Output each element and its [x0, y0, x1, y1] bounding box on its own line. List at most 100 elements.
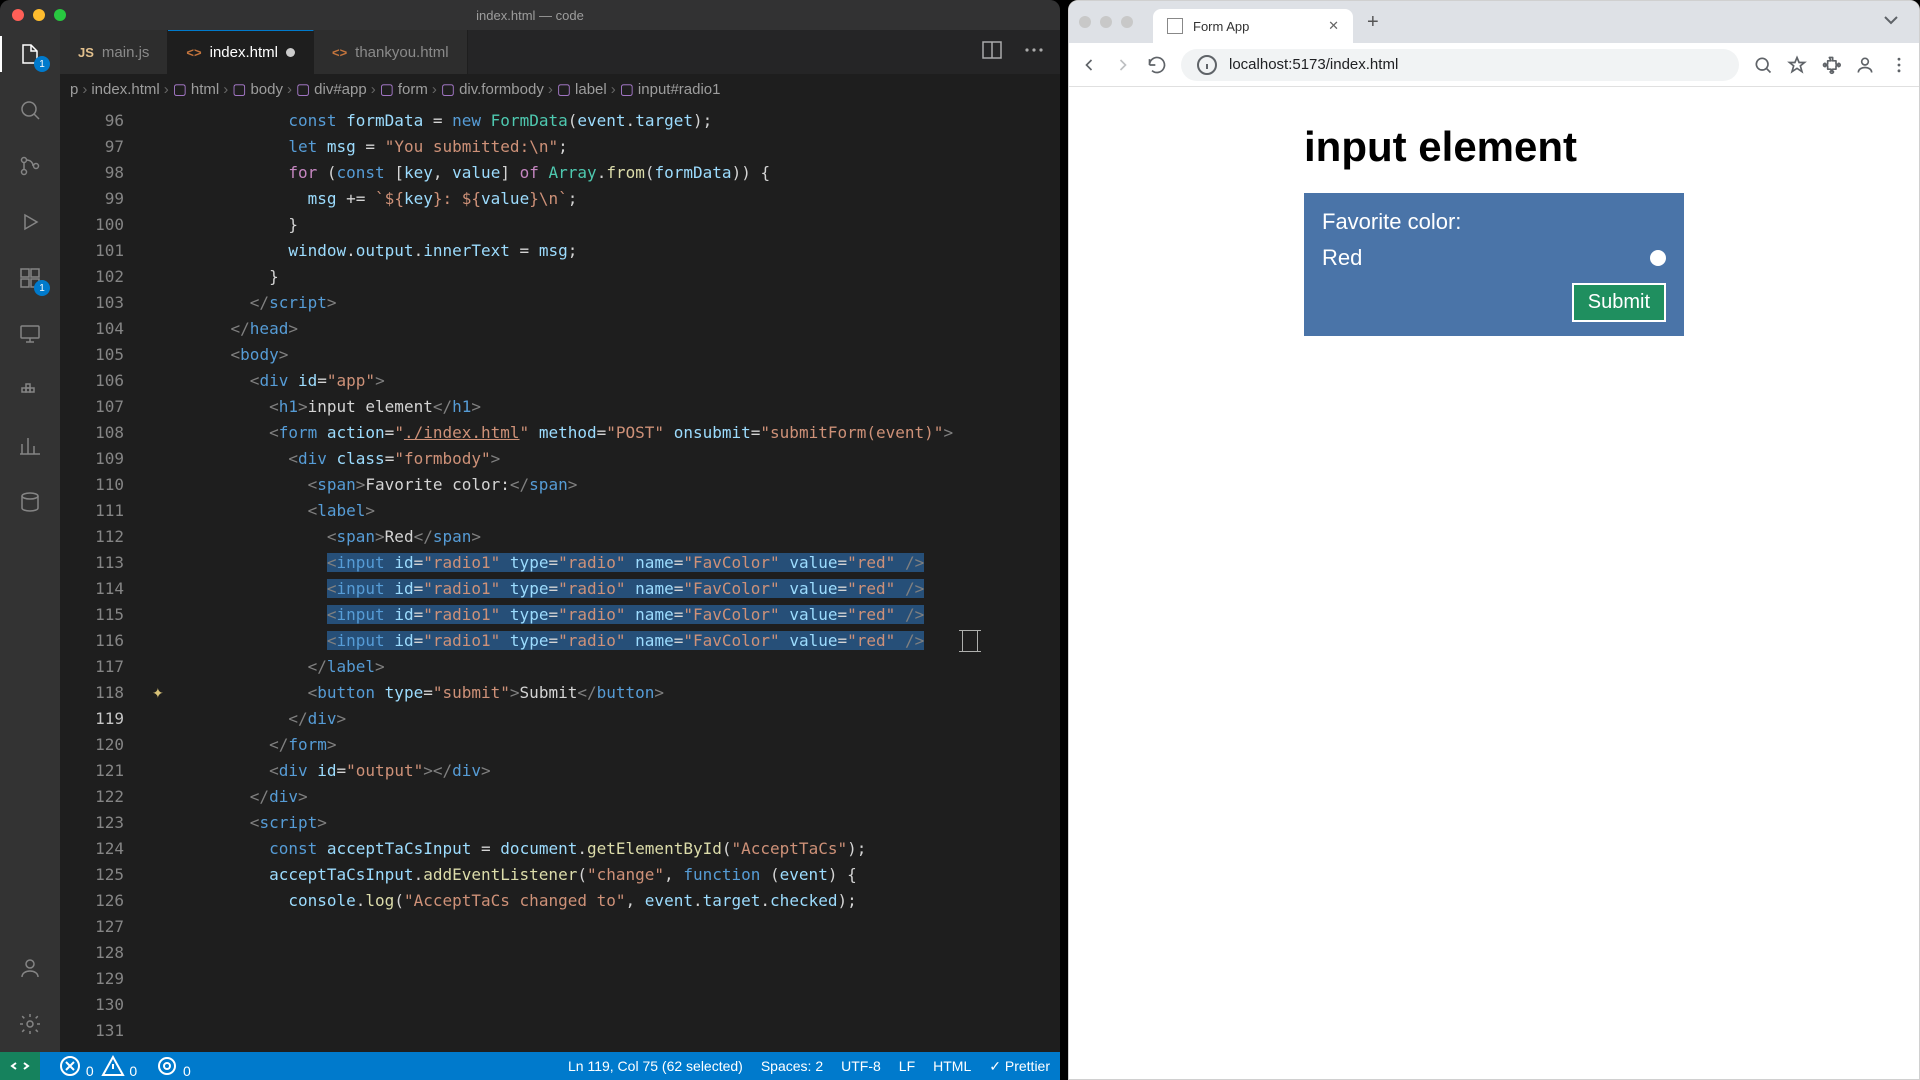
source-control-icon[interactable] [16, 152, 44, 180]
code-line[interactable]: const formData = new FormData(event.targ… [192, 108, 1060, 134]
code-line[interactable]: } [192, 264, 1060, 290]
code-line[interactable]: <span>Favorite color:</span> [192, 472, 1060, 498]
account-icon[interactable] [16, 954, 44, 982]
code-line[interactable]: msg += `${key}: ${value}\n`; [192, 186, 1060, 212]
radio-option-red[interactable]: Red [1322, 245, 1666, 271]
address-bar[interactable]: localhost:5173/index.html [1181, 49, 1739, 81]
breadcrumb[interactable]: p › index.html › ▢ html › ▢ body › ▢ div… [60, 74, 1060, 104]
explorer-icon[interactable]: 1 [16, 40, 44, 68]
remote-indicator[interactable] [0, 1052, 40, 1080]
status-eol[interactable]: LF [899, 1058, 915, 1074]
minimize-icon[interactable] [1100, 16, 1112, 28]
gear-icon[interactable] [16, 1010, 44, 1038]
form-card: Favorite color: Red Submit [1304, 193, 1684, 336]
code-line[interactable]: console.log("AcceptTaCs changed to", eve… [192, 888, 1060, 914]
activity-bar: 1 1 [0, 30, 60, 1052]
favicon-icon [1167, 18, 1183, 34]
maximize-icon[interactable] [1121, 16, 1133, 28]
zoom-icon[interactable] [1753, 55, 1773, 75]
code-line[interactable]: const acceptTaCsInput = document.getElem… [192, 836, 1060, 862]
status-encoding[interactable]: UTF-8 [841, 1058, 881, 1074]
new-tab-button[interactable]: + [1359, 11, 1387, 34]
tab-bar: JS main.js <> index.html <> thankyou.htm… [60, 30, 1060, 74]
breadcrumb-segment[interactable]: label [575, 81, 607, 98]
code-line[interactable]: <div id="app"> [192, 368, 1060, 394]
breadcrumb-segment[interactable]: input#radio1 [638, 81, 721, 98]
radio-icon[interactable] [1650, 250, 1666, 266]
breadcrumb-segment[interactable]: div.formbody [459, 81, 544, 98]
code-line[interactable]: <input id="radio1" type="radio" name="Fa… [192, 628, 1060, 654]
browser-tab[interactable]: Form App ✕ [1153, 9, 1353, 43]
editor[interactable]: 9697989910010110210310410510610710810911… [60, 104, 1060, 1052]
breadcrumb-segment[interactable]: index.html [91, 81, 159, 98]
code-line[interactable]: <input id="radio1" type="radio" name="Fa… [192, 576, 1060, 602]
breadcrumb-segment[interactable]: html [191, 81, 219, 98]
browser-window: Form App ✕ + localhost:5173/index.html i… [1068, 0, 1920, 1080]
close-icon[interactable] [12, 9, 24, 21]
split-editor-icon[interactable] [980, 38, 1004, 67]
submit-button[interactable]: Submit [1572, 283, 1666, 322]
page-content: input element Favorite color: Red Submit [1069, 87, 1919, 1079]
status-cursor[interactable]: Ln 119, Col 75 (62 selected) [568, 1058, 743, 1074]
window-title: index.html — code [476, 8, 584, 23]
extensions-icon[interactable] [1821, 55, 1841, 75]
code-line[interactable]: </div> [192, 706, 1060, 732]
tab-thankyou-html[interactable]: <> thankyou.html [314, 30, 468, 74]
graph-icon[interactable] [16, 432, 44, 460]
code-line[interactable]: acceptTaCsInput.addEventListener("change… [192, 862, 1060, 888]
status-bar: 0 0 0 Ln 119, Col 75 (62 selected) Space… [0, 1052, 1060, 1080]
run-debug-icon[interactable] [16, 208, 44, 236]
breadcrumb-segment[interactable]: p [70, 81, 78, 98]
forward-icon[interactable] [1113, 55, 1133, 75]
code-line[interactable]: let msg = "You submitted:\n"; [192, 134, 1060, 160]
code-line[interactable]: </label> [192, 654, 1060, 680]
close-icon[interactable] [1079, 16, 1091, 28]
chevron-down-icon[interactable] [1879, 8, 1909, 37]
code-line[interactable]: <script> [192, 810, 1060, 836]
tab-label: index.html [210, 44, 278, 61]
remote-explorer-icon[interactable] [16, 320, 44, 348]
code-line[interactable]: </div> [192, 784, 1060, 810]
profile-icon[interactable] [1855, 55, 1875, 75]
database-icon[interactable] [16, 488, 44, 516]
code-line[interactable]: </form> [192, 732, 1060, 758]
extensions-icon[interactable]: 1 [16, 264, 44, 292]
status-ports[interactable]: 0 [155, 1054, 191, 1079]
code-line[interactable]: <input id="radio1" type="radio" name="Fa… [192, 550, 1060, 576]
reload-icon[interactable] [1147, 55, 1167, 75]
code-line[interactable]: <div class="formbody"> [192, 446, 1060, 472]
code-line[interactable]: <form action="./index.html" method="POST… [192, 420, 1060, 446]
code-line[interactable]: <span>Red</span> [192, 524, 1060, 550]
code-line[interactable]: <label> [192, 498, 1060, 524]
breadcrumb-segment[interactable]: body [250, 81, 283, 98]
bookmark-icon[interactable] [1787, 55, 1807, 75]
code-line[interactable]: } [192, 212, 1060, 238]
back-icon[interactable] [1079, 55, 1099, 75]
docker-icon[interactable] [16, 376, 44, 404]
breadcrumb-segment[interactable]: div#app [314, 81, 367, 98]
js-file-icon: JS [78, 45, 94, 60]
code-line[interactable]: <body> [192, 342, 1060, 368]
code-line[interactable]: <div id="output"></div> [192, 758, 1060, 784]
code-line[interactable]: for (const [key, value] of Array.from(fo… [192, 160, 1060, 186]
status-lang[interactable]: HTML [933, 1058, 971, 1074]
status-problems[interactable]: 0 0 [58, 1054, 137, 1079]
more-actions-icon[interactable] [1022, 38, 1046, 67]
menu-icon[interactable] [1889, 55, 1909, 75]
breadcrumb-segment[interactable]: form [398, 81, 428, 98]
code-line[interactable]: <h1>input element</h1> [192, 394, 1060, 420]
status-prettier[interactable]: ✓ Prettier [989, 1058, 1050, 1075]
code-line[interactable]: </script> [192, 290, 1060, 316]
status-spaces[interactable]: Spaces: 2 [761, 1058, 823, 1074]
tab-index-html[interactable]: <> index.html [168, 30, 314, 74]
close-tab-icon[interactable]: ✕ [1328, 18, 1339, 34]
page-heading: input element [1304, 123, 1684, 171]
code-line[interactable]: <input id="radio1" type="radio" name="Fa… [192, 602, 1060, 628]
code-line[interactable]: <button type="submit">Submit</button> [192, 680, 1060, 706]
search-icon[interactable] [16, 96, 44, 124]
maximize-icon[interactable] [54, 9, 66, 21]
code-line[interactable]: </head> [192, 316, 1060, 342]
code-line[interactable]: window.output.innerText = msg; [192, 238, 1060, 264]
minimize-icon[interactable] [33, 9, 45, 21]
tab-main-js[interactable]: JS main.js [60, 30, 168, 74]
